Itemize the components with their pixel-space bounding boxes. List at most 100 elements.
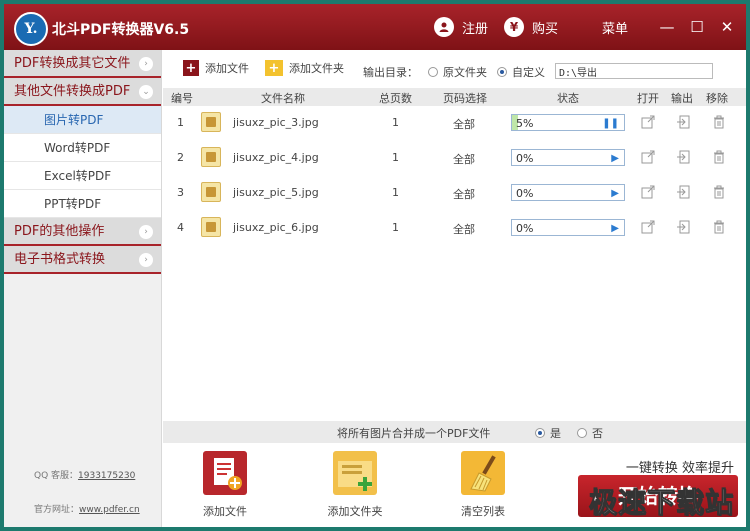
page-range[interactable]: 全部 — [453, 151, 475, 167]
file-table-header: 编号 文件名称 总页数 页码选择 状态 打开 输出 移除 — [163, 88, 746, 106]
bottom-panel: 添加文件 添加文件夹 清空列表 一键转换 效率提升 开始转换 极速下载站 — [163, 443, 746, 527]
table-row[interactable]: 3 jisuxz_pic_5.jpg 1 全部 0% ▶ — [163, 176, 746, 211]
page-count: 1 — [392, 151, 399, 164]
trash-icon[interactable] — [712, 150, 726, 164]
open-external-icon[interactable] — [641, 115, 655, 129]
output-source-radio[interactable]: 原文件夹 — [428, 64, 487, 80]
open-external-icon[interactable] — [641, 220, 655, 234]
sidebar-cat-ebook[interactable]: 电子书格式转换 › — [4, 246, 161, 274]
sidebar-item-excel-to-pdf[interactable]: Excel转PDF — [4, 162, 161, 190]
row-number: 4 — [177, 221, 184, 234]
image-file-icon — [201, 182, 221, 202]
progress-percent: 0% — [516, 152, 534, 165]
sidebar-item-image-to-pdf[interactable]: 图片转PDF — [4, 106, 161, 134]
maximize-button[interactable]: ☐ — [688, 18, 706, 36]
play-icon[interactable]: ▶ — [611, 153, 619, 164]
output-custom-label: 自定义 — [512, 66, 545, 79]
sidebar-item-word-to-pdf[interactable]: Word转PDF — [4, 134, 161, 162]
page-count: 1 — [392, 221, 399, 234]
trash-icon[interactable] — [712, 185, 726, 199]
site-label: 官方网址： — [34, 505, 80, 515]
table-row[interactable]: 4 jisuxz_pic_6.jpg 1 全部 0% ▶ — [163, 211, 746, 246]
page-count: 1 — [392, 116, 399, 129]
progress-percent: 0% — [516, 187, 534, 200]
page-range[interactable]: 全部 — [453, 186, 475, 202]
image-file-icon — [201, 217, 221, 237]
play-icon[interactable]: ▶ — [611, 223, 619, 234]
progress-percent: 5% — [516, 117, 534, 130]
radio-icon — [428, 67, 438, 77]
sidebar: PDF转换成其它文件 › 其他文件转换成PDF ⌄ 图片转PDF Word转PD… — [4, 50, 162, 527]
merge-no-label: 否 — [592, 427, 603, 440]
file-name: jisuxz_pic_4.jpg — [233, 151, 319, 164]
chevron-down-icon: ⌄ — [139, 85, 153, 99]
broom-icon — [461, 451, 505, 495]
file-name: jisuxz_pic_5.jpg — [233, 186, 319, 199]
minimize-button[interactable]: — — [658, 18, 676, 36]
pause-icon[interactable]: ❚❚ — [602, 118, 619, 129]
page-range[interactable]: 全部 — [453, 221, 475, 237]
open-external-icon[interactable] — [641, 185, 655, 199]
output-dir-label: 输出目录： — [363, 66, 418, 79]
add-folder-icon: + — [265, 60, 283, 76]
output-path-input[interactable] — [555, 63, 713, 79]
sidebar-cat-pdf-other-ops[interactable]: PDF的其他操作 › — [4, 218, 161, 246]
sidebar-cat-label: 电子书格式转换 — [14, 252, 106, 267]
add-folder-button[interactable]: + 添加文件夹 — [265, 60, 344, 76]
merge-option-bar: 将所有图片合并成一个PDF文件 是 否 — [163, 421, 746, 443]
open-external-icon[interactable] — [641, 150, 655, 164]
toolbar: + 添加文件 + 添加文件夹 输出目录： 原文件夹 自定义 — [163, 50, 746, 88]
merge-yes-radio[interactable]: 是 — [535, 425, 561, 441]
big-add-file-label: 添加文件 — [203, 505, 247, 518]
table-row[interactable]: 2 jisuxz_pic_4.jpg 1 全部 0% ▶ — [163, 141, 746, 176]
close-button[interactable]: ✕ — [718, 18, 736, 36]
output-custom-radio[interactable]: 自定义 — [497, 64, 545, 80]
merge-yes-label: 是 — [550, 427, 561, 440]
grid-menu-icon — [576, 18, 594, 36]
export-icon[interactable] — [676, 115, 690, 129]
buy-button[interactable]: ¥ 购买 — [504, 16, 558, 38]
image-file-icon — [201, 147, 221, 167]
export-icon[interactable] — [676, 150, 690, 164]
merge-no-radio[interactable]: 否 — [577, 425, 603, 441]
status-progress-bar: 0% ▶ — [511, 149, 625, 166]
sidebar-item-ppt-to-pdf[interactable]: PPT转PDF — [4, 190, 161, 218]
big-add-file-button[interactable]: 添加文件 — [189, 451, 261, 519]
big-clear-list-button[interactable]: 清空列表 — [447, 451, 519, 519]
chevron-right-icon: › — [139, 225, 153, 239]
status-progress-bar: 0% ▶ — [511, 184, 625, 201]
output-source-label: 原文件夹 — [443, 66, 487, 79]
export-icon[interactable] — [676, 220, 690, 234]
site-link[interactable]: www.pdfer.cn — [79, 505, 140, 515]
app-title: 北斗PDF转换器V6.5 — [52, 22, 190, 38]
menu-label: 菜单 — [602, 21, 629, 37]
app-logo-icon: Y. — [14, 12, 48, 46]
qq-link[interactable]: 1933175230 — [78, 471, 135, 481]
big-add-folder-button[interactable]: 添加文件夹 — [319, 451, 391, 519]
play-icon[interactable]: ▶ — [611, 188, 619, 199]
add-file-button[interactable]: + 添加文件 — [183, 60, 249, 76]
trash-icon[interactable] — [712, 115, 726, 129]
trash-icon[interactable] — [712, 220, 726, 234]
add-file-big-icon — [203, 451, 247, 495]
slogan-text: 一键转换 效率提升 — [625, 461, 734, 476]
add-folder-big-icon — [333, 451, 377, 495]
chevron-right-icon: › — [139, 253, 153, 267]
table-row[interactable]: 1 jisuxz_pic_3.jpg 1 全部 5% ❚❚ — [163, 106, 746, 141]
file-name: jisuxz_pic_6.jpg — [233, 221, 319, 234]
col-header-pages: 总页数 — [379, 92, 412, 105]
progress-percent: 0% — [516, 222, 534, 235]
radio-icon — [577, 428, 587, 438]
radio-checked-icon — [535, 428, 545, 438]
register-button[interactable]: 注册 — [434, 16, 488, 38]
menu-button[interactable]: 菜单 — [576, 16, 628, 38]
watermark-text: 极速下载站 — [588, 486, 734, 520]
page-range[interactable]: 全部 — [453, 116, 475, 132]
sidebar-cat-pdf-to-other[interactable]: PDF转换成其它文件 › — [4, 50, 161, 78]
sidebar-cat-other-to-pdf[interactable]: 其他文件转换成PDF ⌄ — [4, 78, 161, 106]
title-bar[interactable]: Y. 北斗PDF转换器V6.5 注册 ¥ 购买 菜单 — ☐ ✕ — [4, 4, 746, 50]
row-number: 1 — [177, 116, 184, 129]
row-number: 3 — [177, 186, 184, 199]
status-progress-bar: 0% ▶ — [511, 219, 625, 236]
export-icon[interactable] — [676, 185, 690, 199]
